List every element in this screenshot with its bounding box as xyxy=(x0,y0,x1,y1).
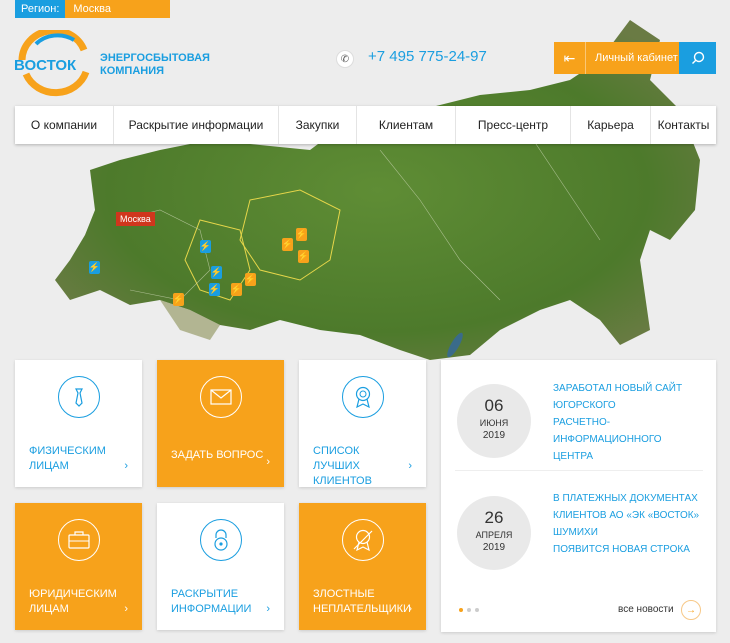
tie-icon xyxy=(58,376,100,418)
map-marker[interactable]: ⚡ xyxy=(298,250,309,263)
nav-item-about[interactable]: О компании xyxy=(15,106,114,144)
tile-best-clients[interactable]: Список лучших клиентов › xyxy=(299,360,426,487)
brand-name: Энергосбытовая компания xyxy=(100,52,210,77)
nav-item-press[interactable]: Пресс-центр xyxy=(456,106,571,144)
personal-account-button[interactable]: ⇤ Личный кабинет xyxy=(554,42,679,74)
news-item[interactable]: 26 апреля 2019 В платежных документах кл… xyxy=(441,470,716,580)
nav-item-procurement[interactable]: Закупки xyxy=(279,106,357,144)
tile-ask-question[interactable]: Задать вопрос › xyxy=(157,360,284,487)
nav-item-clients[interactable]: Клиентам xyxy=(357,106,456,144)
tile-label: Злостные неплательщики xyxy=(313,588,411,615)
region-value[interactable]: Москва xyxy=(65,0,171,18)
main-navigation: О компании Раскрытие информации Закупки … xyxy=(15,106,716,144)
nav-item-career[interactable]: Карьера xyxy=(571,106,651,144)
news-pagination[interactable] xyxy=(459,608,479,612)
tile-label: Список лучших клиентов xyxy=(313,445,372,487)
map-marker[interactable]: ⚡ xyxy=(231,283,242,296)
chevron-right-icon: › xyxy=(408,460,412,472)
search-icon xyxy=(691,51,704,64)
lock-icon xyxy=(200,519,242,561)
chevron-right-icon: › xyxy=(266,456,270,468)
tile-label: Юридическим лицам xyxy=(29,588,117,615)
phone-icon: ✆ xyxy=(336,50,354,68)
chevron-right-icon: › xyxy=(124,460,128,472)
tile-defaulters[interactable]: Злостные неплательщики › xyxy=(299,503,426,630)
chevron-right-icon: › xyxy=(266,603,270,615)
map-marker[interactable]: ⚡ xyxy=(89,261,100,274)
chevron-right-icon: › xyxy=(408,603,412,615)
company-logo[interactable]: ВОСТОК xyxy=(14,30,94,98)
crossed-award-icon xyxy=(342,519,384,561)
news-panel: 06 июня 2019 Заработал новый сайт Югорск… xyxy=(441,360,716,632)
region-selector[interactable]: Регион: Москва xyxy=(15,0,171,18)
map-marker[interactable]: ⚡ xyxy=(209,283,220,296)
map-marker[interactable]: ⚡ xyxy=(211,266,222,279)
briefcase-icon xyxy=(58,519,100,561)
tile-label: Физическим лицам xyxy=(29,445,106,472)
map-marker[interactable]: ⚡ xyxy=(245,273,256,286)
envelope-icon xyxy=(200,376,242,418)
logo-text: ВОСТОК xyxy=(14,57,77,74)
nav-item-disclosure[interactable]: Раскрытие информации xyxy=(114,106,279,144)
city-label-moscow: Москва xyxy=(116,212,155,226)
arrow-right-icon[interactable]: → xyxy=(681,600,701,620)
map-marker[interactable]: ⚡ xyxy=(296,228,307,241)
tile-disclosure[interactable]: Раскрытие информации › xyxy=(157,503,284,630)
news-item[interactable]: 06 июня 2019 Заработал новый сайт Югорск… xyxy=(441,360,716,470)
news-date: 26 апреля 2019 xyxy=(457,496,531,570)
map-marker[interactable]: ⚡ xyxy=(200,240,211,253)
login-icon: ⇤ xyxy=(554,42,586,74)
tile-label: Задать вопрос xyxy=(171,449,264,461)
nav-item-contacts[interactable]: Контакты xyxy=(651,106,716,144)
tile-individuals[interactable]: Физическим лицам › xyxy=(15,360,142,487)
award-icon xyxy=(342,376,384,418)
news-date: 06 июня 2019 xyxy=(457,384,531,458)
tile-label: Раскрытие информации xyxy=(171,588,252,615)
map-marker[interactable]: ⚡ xyxy=(173,293,184,306)
tile-legal-entities[interactable]: Юридическим лицам › xyxy=(15,503,142,630)
map-marker[interactable]: ⚡ xyxy=(282,238,293,251)
phone-number[interactable]: +7 495 775-24-97 xyxy=(368,48,487,65)
all-news-link[interactable]: все новости xyxy=(618,604,674,615)
chevron-right-icon: › xyxy=(124,603,128,615)
news-title[interactable]: В платежных документах клиентов АО «ЭК «… xyxy=(553,490,703,558)
personal-account-label: Личный кабинет xyxy=(595,52,678,64)
region-label: Регион: xyxy=(15,0,66,18)
search-button[interactable] xyxy=(679,42,716,74)
news-title[interactable]: Заработал новый сайт Югорского расчетно-… xyxy=(553,380,703,465)
